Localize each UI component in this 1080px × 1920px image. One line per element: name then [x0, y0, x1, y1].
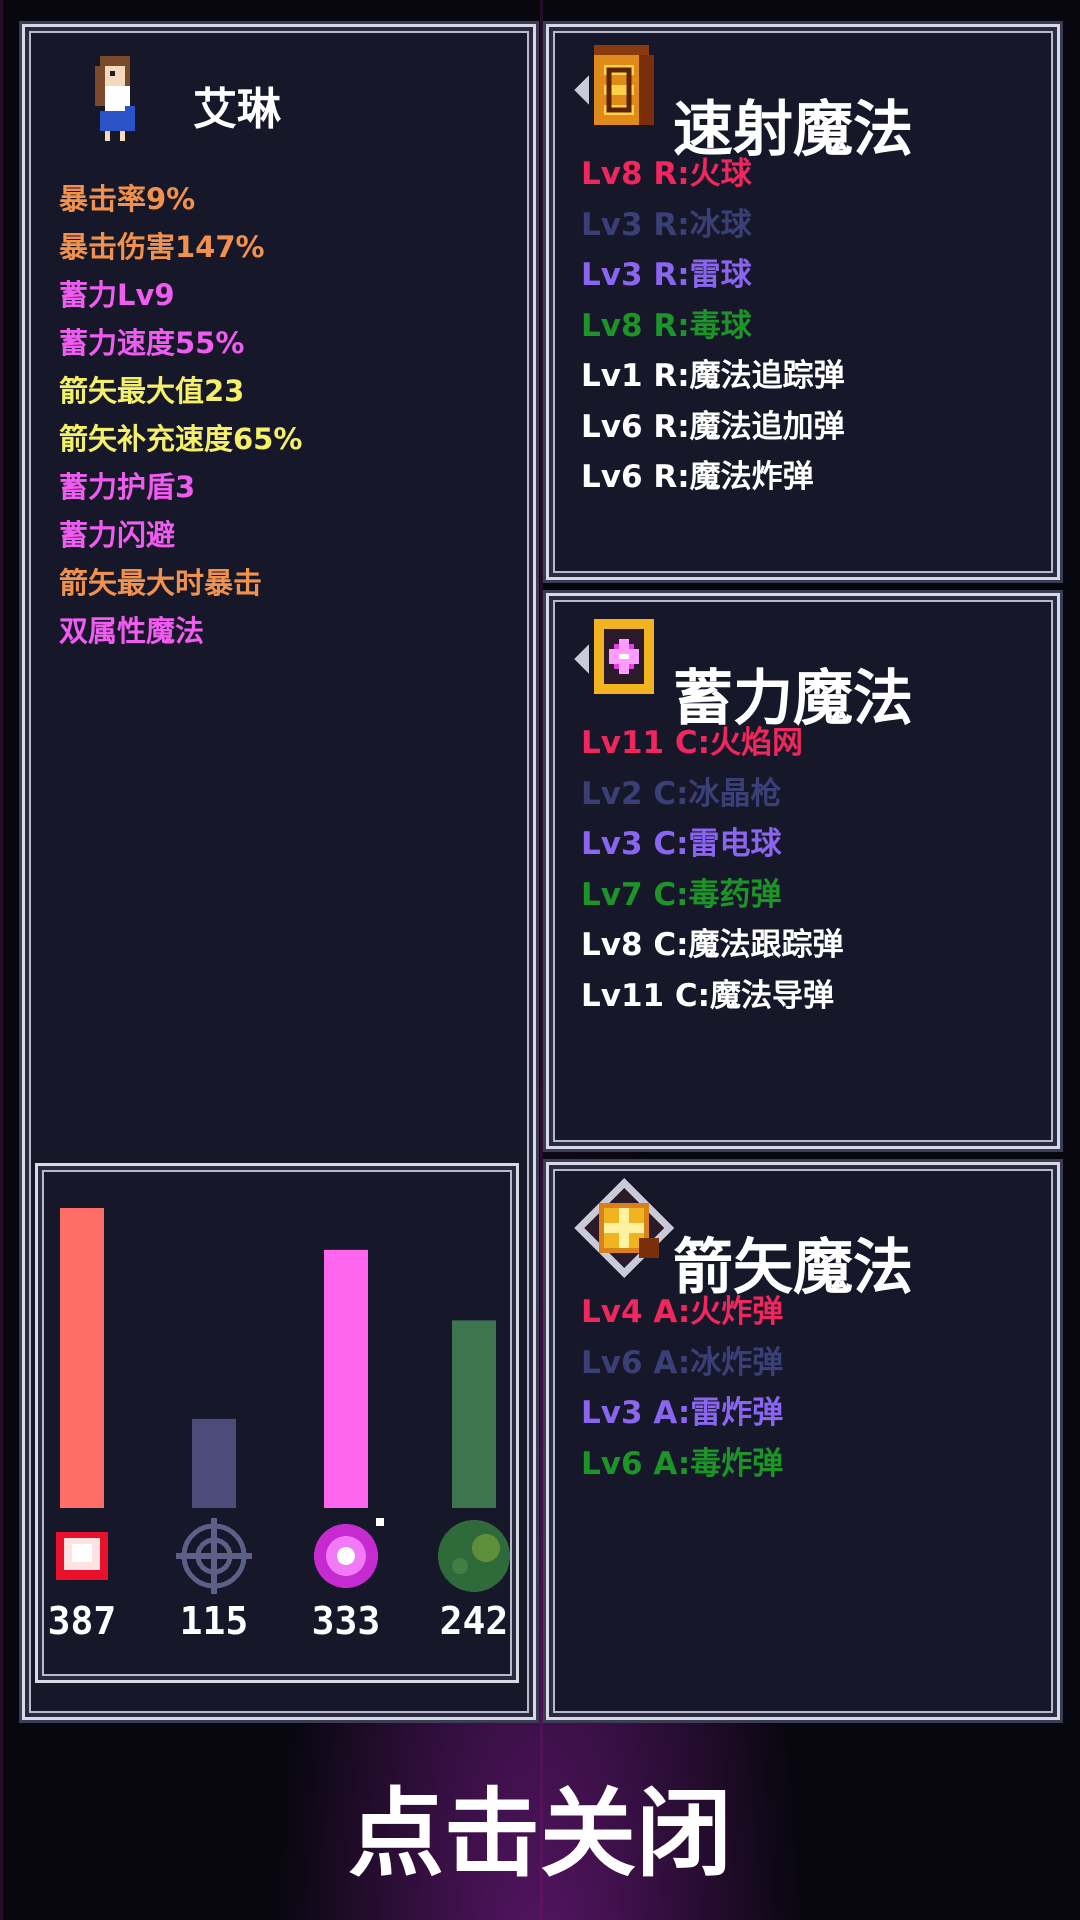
spell-item: Lv3 C:雷电球 — [581, 826, 782, 862]
character-portrait-icon — [95, 56, 135, 141]
spell-item: Lv6 A:毒炸弹 — [581, 1445, 784, 1482]
bar-value-label: 115 — [180, 1599, 249, 1643]
bar-value-label: 333 — [312, 1599, 381, 1643]
bar-value-label: 242 — [440, 1599, 509, 1643]
close-button[interactable]: 点击关闭 — [0, 1756, 1080, 1895]
spell-item: Lv4 A:火炸弹 — [581, 1294, 784, 1330]
stat-item: 暴击伤害147% — [59, 230, 265, 264]
bar-fire — [60, 1208, 104, 1508]
scroll-icon — [574, 45, 654, 125]
arrow-diamond-icon — [574, 1178, 674, 1278]
spell-item: Lv2 C:冰晶枪 — [581, 775, 782, 812]
spell-item: Lv1 R:魔法追踪弹 — [581, 358, 845, 394]
spell-item: Lv3 R:冰球 — [581, 206, 752, 243]
stat-item: 箭矢补充速度65% — [59, 422, 303, 456]
bar-poison — [452, 1320, 496, 1508]
stat-item: 蓄力速度55% — [59, 326, 245, 360]
charge-spell-list: Lv11 C:火焰网 Lv2 C:冰晶枪 Lv3 C:雷电球 Lv7 C:毒药弹… — [581, 718, 843, 1021]
bar-thunder — [324, 1249, 368, 1508]
character-panel: 艾琳 暴击率9% 暴击伤害147% 蓄力Lv9 蓄力速度55% 箭矢最大值23 … — [22, 24, 536, 1720]
spell-item: Lv6 R:魔法追加弹 — [581, 408, 845, 445]
hero-stats: 暴击率9% 暴击伤害147% 蓄力Lv9 蓄力速度55% 箭矢最大值23 箭矢补… — [59, 175, 302, 655]
charge-magic-panel: 蓄力魔法 Lv11 C:火焰网 Lv2 C:冰晶枪 Lv3 C:雷电球 Lv7 … — [546, 593, 1060, 1149]
spell-item: Lv3 A:雷炸弹 — [581, 1395, 784, 1431]
arrow-spell-list: Lv4 A:火炸弹 Lv6 A:冰炸弹 Lv3 A:雷炸弹 Lv6 A:毒炸弹 — [581, 1287, 783, 1489]
element-damage-chart-svg: 387 115 333 242 — [48, 1208, 510, 1643]
spell-item: Lv8 R:毒球 — [581, 307, 752, 344]
spell-item: Lv6 R:魔法炸弹 — [581, 459, 814, 495]
ice-icon — [176, 1518, 252, 1594]
stat-item: 蓄力闪避 — [59, 518, 176, 552]
spell-item: Lv8 R:火球 — [581, 156, 752, 192]
spell-item: Lv11 C:魔法导弹 — [581, 977, 835, 1014]
thunder-icon — [314, 1518, 384, 1588]
spell-item: Lv11 C:火焰网 — [581, 725, 804, 761]
poison-icon — [438, 1520, 510, 1592]
stat-item: 蓄力Lv9 — [59, 278, 175, 312]
stat-item: 箭矢最大值23 — [59, 374, 245, 408]
stat-item: 暴击率9% — [59, 182, 196, 216]
bar-value-label: 387 — [48, 1599, 117, 1643]
bar-ice — [192, 1418, 236, 1508]
rapid-spell-list: Lv8 R:火球 Lv3 R:冰球 Lv3 R:雷球 Lv8 R:毒球 Lv1 … — [581, 149, 845, 503]
stat-item: 双属性魔法 — [59, 614, 205, 648]
spell-item: Lv8 C:魔法跟踪弹 — [581, 927, 844, 963]
charge-rune-icon — [574, 619, 654, 694]
fire-icon — [56, 1532, 108, 1580]
hero-name: 艾琳 — [193, 84, 281, 135]
stat-item: 箭矢最大时暴击 — [59, 566, 263, 600]
spell-item: Lv7 C:毒药弹 — [581, 876, 782, 913]
spell-item: Lv6 A:冰炸弹 — [581, 1344, 784, 1381]
stat-item: 蓄力护盾3 — [59, 470, 196, 504]
arrow-magic-panel: 箭矢魔法 Lv4 A:火炸弹 Lv6 A:冰炸弹 Lv3 A:雷炸弹 Lv6 A… — [546, 1162, 1060, 1720]
spell-item: Lv3 R:雷球 — [581, 257, 752, 293]
rapid-magic-panel: 速射魔法 Lv8 R:火球 Lv3 R:冰球 Lv3 R:雷球 Lv8 R:毒球… — [546, 24, 1060, 580]
element-damage-chart: 387 115 333 242 — [35, 1163, 519, 1683]
